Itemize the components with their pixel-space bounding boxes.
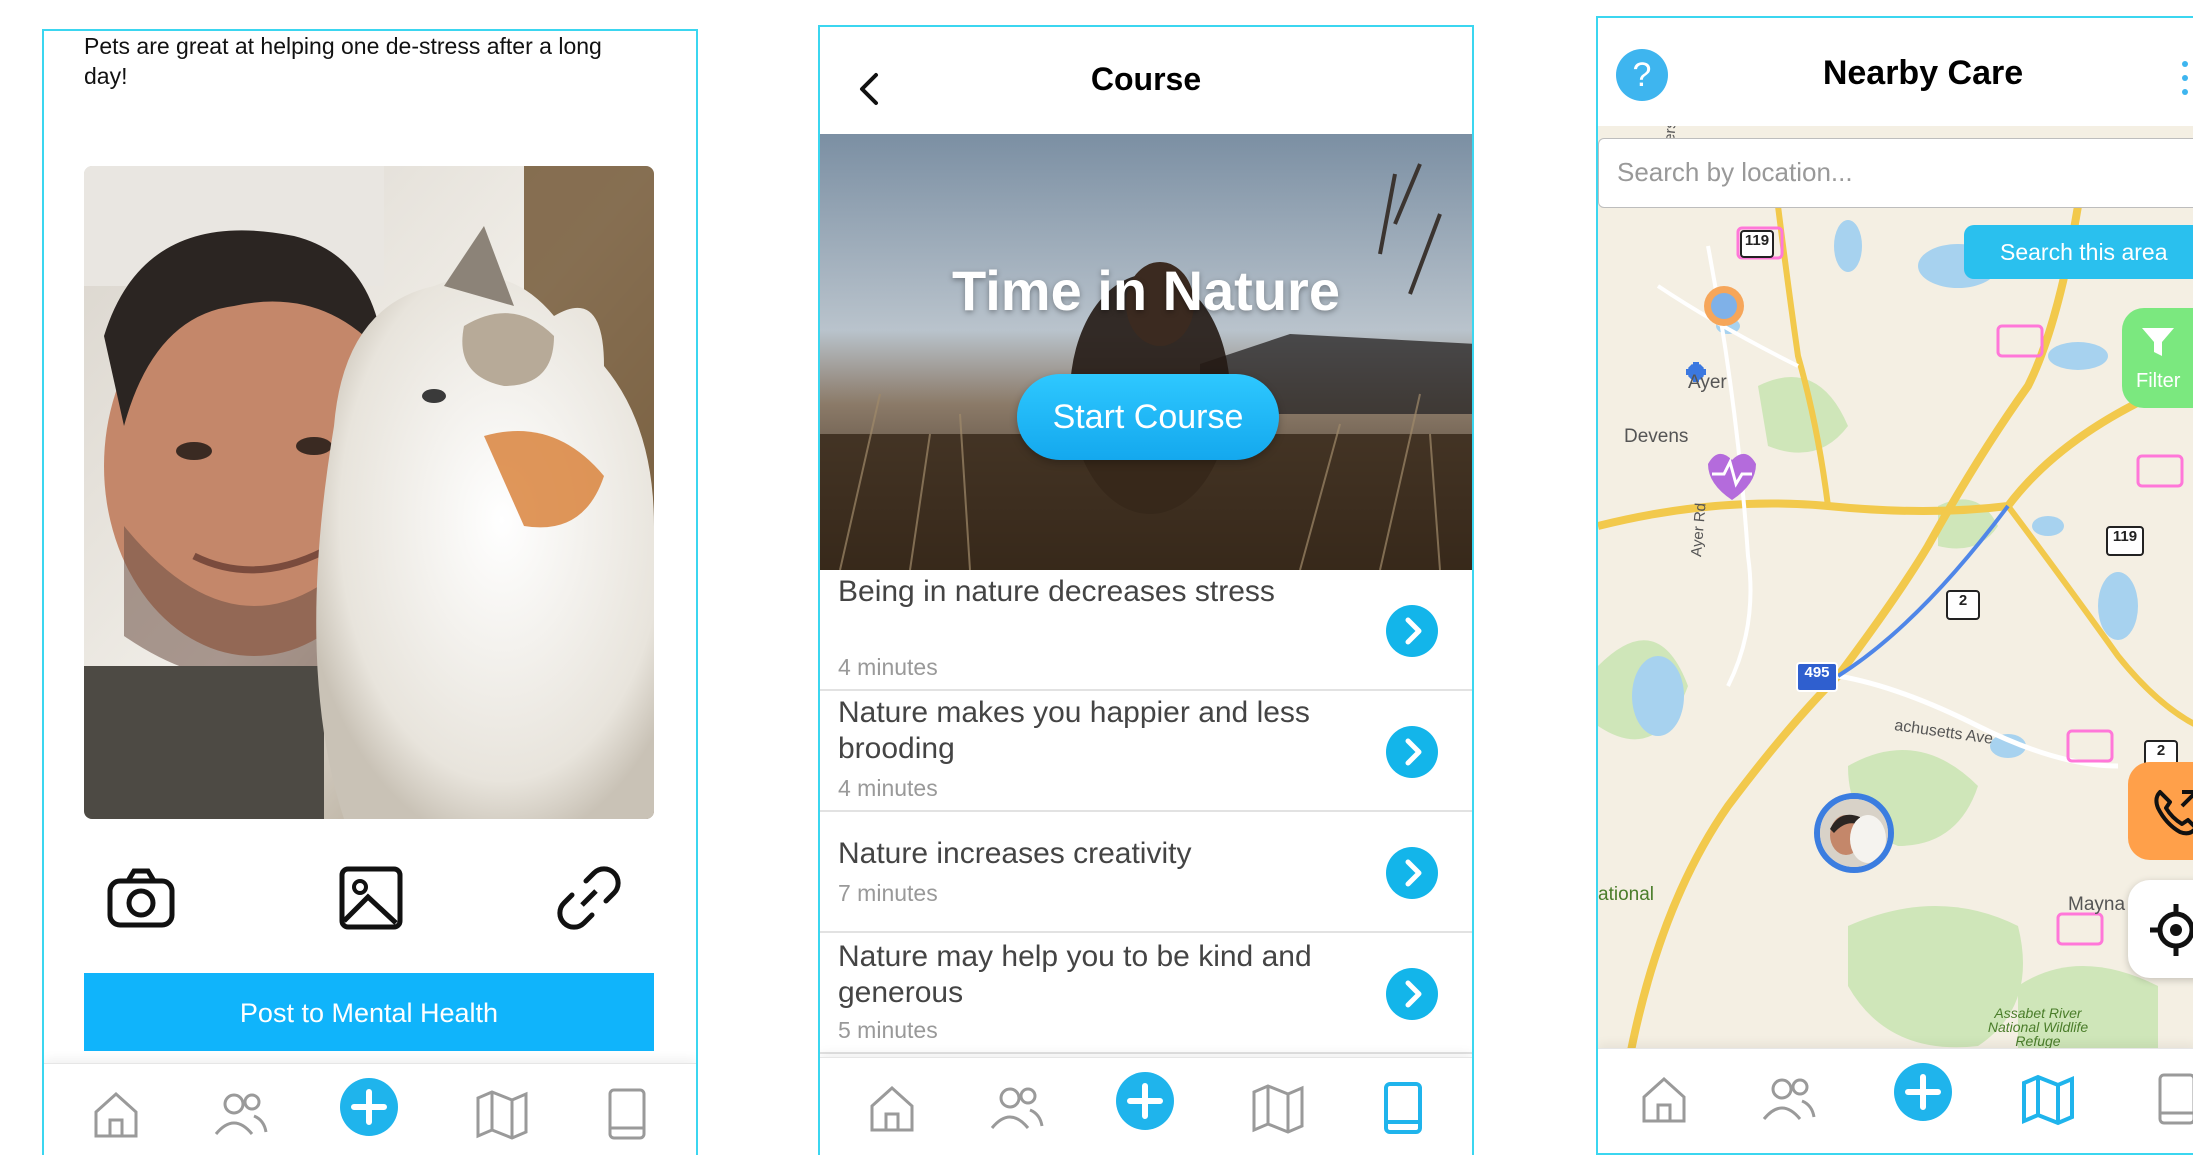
lesson-title: Nature makes you happier and less broodi…	[838, 696, 1310, 765]
tab-bar	[44, 1063, 696, 1155]
lesson-title: Nature may help you to be kind and gener…	[838, 940, 1312, 1009]
start-course-button[interactable]: Start Course	[1017, 374, 1279, 460]
home-icon[interactable]	[86, 1084, 146, 1144]
lesson-item[interactable]: Nature increases creativity 7 minutes	[820, 812, 1472, 933]
course-screen: Course Time in Nature Start Course Being…	[818, 25, 1474, 1155]
tab-bar	[820, 1057, 1472, 1155]
link-icon[interactable]	[552, 861, 626, 935]
more-options-icon[interactable]	[2180, 58, 2190, 98]
image-icon[interactable]	[334, 861, 408, 935]
page-title: Course	[1090, 61, 1202, 97]
location-search-input[interactable]: Search by location...	[1598, 138, 2193, 208]
hero-image	[820, 134, 1472, 570]
nearby-care-screen: ? Nearby Care Ayer Devens Ayer Rd achuse…	[1596, 16, 2193, 1155]
map-label-ayer: Ayer	[1688, 372, 1727, 393]
interstate-shield: 495	[1796, 662, 1838, 692]
plus-icon[interactable]	[1894, 1063, 1952, 1121]
plus-icon[interactable]	[340, 1078, 398, 1136]
book-icon[interactable]	[596, 1084, 656, 1144]
chevron-right-icon[interactable]	[1386, 847, 1438, 899]
lesson-item[interactable]: Nature makes you happier and less broodi…	[820, 691, 1472, 812]
search-this-area-button[interactable]: Search this area	[1964, 225, 2193, 279]
route-shield: 119	[1740, 230, 1774, 258]
lesson-duration: 4 minutes	[838, 654, 938, 680]
lesson-duration: 4 minutes	[838, 775, 938, 801]
route-shield: 119	[2106, 526, 2144, 556]
lesson-item[interactable]: Nature may help you to be kind and gener…	[820, 933, 1472, 1054]
map-label-refuge: Assabet River National Wildlife Refuge	[1987, 1005, 2089, 1049]
chevron-right-icon[interactable]	[1386, 968, 1438, 1020]
chevron-right-icon[interactable]	[1386, 605, 1438, 657]
chevron-right-icon[interactable]	[1386, 726, 1438, 778]
map-label-maynard: Mayna	[2068, 894, 2126, 915]
map-icon[interactable]	[472, 1084, 532, 1144]
crosshair-icon	[2150, 904, 2193, 956]
book-icon[interactable]	[2146, 1069, 2193, 1129]
tab-bar	[1598, 1048, 2193, 1153]
user-location-avatar[interactable]	[1814, 793, 1894, 873]
lesson-item[interactable]: Being in nature decreases stress 4 minut…	[820, 570, 1472, 691]
attachment-toolbar	[44, 861, 696, 941]
route-shield: 2	[1946, 590, 1980, 620]
post-composer-screen: Pets are great at helping one de-stress …	[42, 29, 698, 1155]
lesson-list: Being in nature decreases stress 4 minut…	[820, 570, 1472, 1054]
people-icon[interactable]	[986, 1078, 1046, 1138]
lesson-title: Nature increases creativity	[838, 837, 1192, 870]
home-icon[interactable]	[862, 1078, 922, 1138]
course-hero: Time in Nature Start Course	[820, 134, 1472, 570]
post-photo	[84, 166, 654, 819]
map-icon[interactable]	[2018, 1069, 2078, 1129]
plus-icon[interactable]	[1116, 1072, 1174, 1130]
emergency-call-button[interactable]	[2128, 762, 2193, 860]
post-to-mental-health-button[interactable]: Post to Mental Health	[84, 973, 654, 1051]
camera-icon[interactable]	[104, 861, 178, 935]
lesson-duration: 7 minutes	[838, 880, 938, 906]
phone-call-icon	[2154, 790, 2193, 836]
recenter-location-button[interactable]	[2128, 880, 2193, 978]
people-icon[interactable]	[1758, 1069, 1818, 1129]
lesson-title: Being in nature decreases stress	[838, 575, 1275, 608]
map-label-devens: Devens	[1624, 426, 1689, 447]
home-icon[interactable]	[1634, 1069, 1694, 1129]
people-icon[interactable]	[210, 1084, 270, 1144]
map-label-national: ational	[1598, 884, 1654, 905]
filter-icon	[2142, 328, 2174, 356]
filter-label: Filter	[2136, 370, 2181, 392]
post-caption[interactable]: Pets are great at helping one de-stress …	[84, 31, 644, 91]
filter-button[interactable]: Filter	[2122, 308, 2193, 408]
lesson-duration: 5 minutes	[838, 1017, 938, 1043]
page-title: Nearby Care	[1822, 54, 2024, 92]
book-icon[interactable]	[1372, 1078, 1432, 1138]
nav-bar: Course	[820, 27, 1472, 134]
map-icon[interactable]	[1248, 1078, 1308, 1138]
course-title: Time in Nature	[952, 259, 1340, 322]
